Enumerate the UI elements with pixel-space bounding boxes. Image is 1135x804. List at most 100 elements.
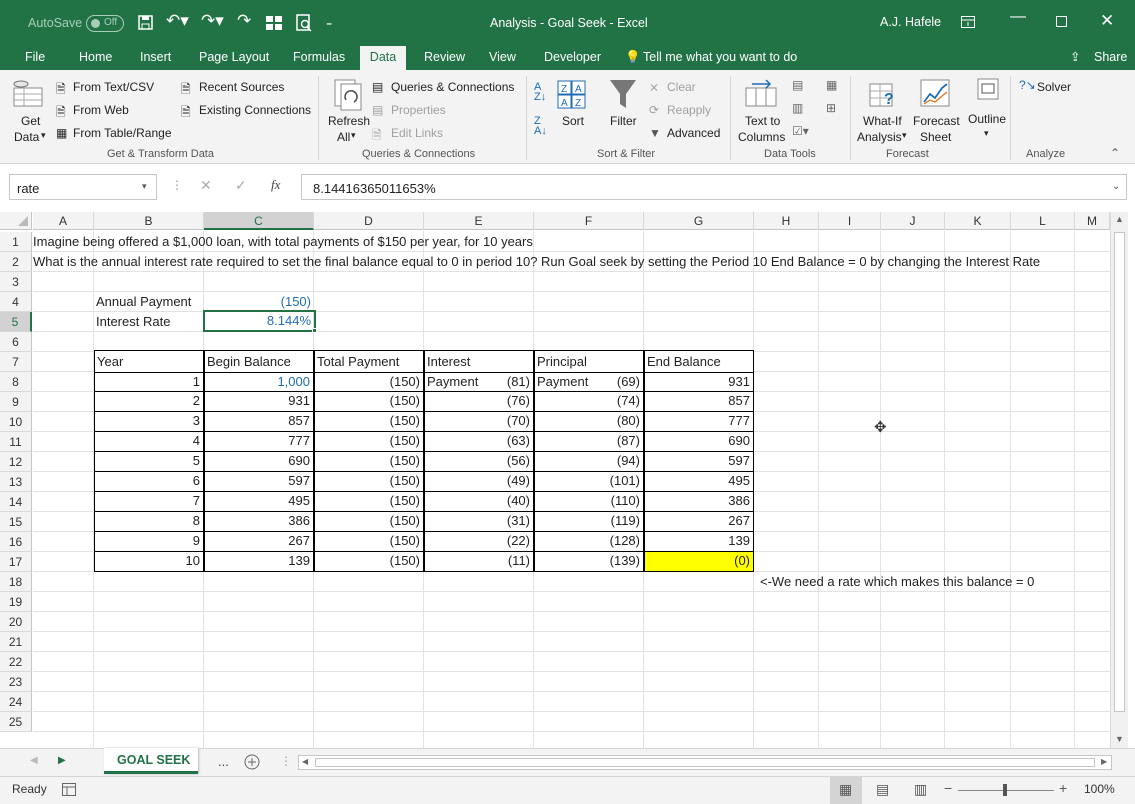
cell-a2[interactable]: What is the annual interest rate require…	[33, 252, 1040, 272]
table-cell[interactable]: 267	[204, 532, 314, 552]
row-header-23[interactable]: 23	[0, 672, 32, 692]
sort-za-icon[interactable]: Z A↓	[534, 116, 547, 137]
column-header-c[interactable]: C	[204, 212, 314, 230]
column-header-h[interactable]: H	[754, 212, 819, 230]
table-cell[interactable]: 777	[644, 412, 754, 432]
table-cell[interactable]: 495	[204, 492, 314, 512]
properties-button[interactable]: Properties	[391, 103, 446, 117]
user-name[interactable]: A.J. Hafele	[880, 15, 941, 29]
name-box-dropdown-icon[interactable]: ▾	[142, 181, 147, 192]
column-header-b[interactable]: B	[94, 212, 204, 230]
row-header-12[interactable]: 12	[0, 452, 32, 472]
scroll-left-icon[interactable]: ◀	[302, 757, 308, 766]
scroll-up-icon[interactable]: ▲	[1115, 214, 1124, 224]
cell-b4[interactable]: Annual Payment	[96, 292, 191, 312]
customize-qat-icon[interactable]: ₌	[326, 15, 332, 29]
table-cell[interactable]: 495	[644, 472, 754, 492]
expand-formula-icon[interactable]: ⌄	[1112, 181, 1120, 192]
table-cell[interactable]: 597	[204, 472, 314, 492]
table-cell[interactable]: (49)	[424, 472, 534, 492]
share-button[interactable]: Share	[1094, 46, 1127, 70]
table-cell[interactable]: (76)	[424, 392, 534, 412]
tab-view[interactable]: View	[489, 46, 516, 70]
row-header-6[interactable]: 6	[0, 332, 32, 352]
ribbon-display-icon[interactable]	[961, 16, 975, 28]
next-sheet-icon[interactable]: ▶	[58, 755, 66, 766]
column-header-g[interactable]: G	[644, 212, 754, 230]
table-cell[interactable]: (150)	[314, 372, 424, 392]
cancel-icon[interactable]: ✕	[200, 177, 212, 194]
text-to-columns-button[interactable]: Text to	[745, 114, 780, 128]
table-cell[interactable]: (63)	[424, 432, 534, 452]
cell-c4[interactable]: (150)	[204, 292, 314, 312]
table-cell[interactable]: 4	[94, 432, 204, 452]
cell-b5[interactable]: Interest Rate	[96, 312, 170, 332]
select-all-corner[interactable]	[0, 212, 32, 230]
filter-button[interactable]: Filter	[610, 114, 637, 128]
forecast-sheet-button-2[interactable]: Sheet	[920, 130, 951, 144]
zoom-in-icon[interactable]: +	[1059, 780, 1067, 796]
row-header-20[interactable]: 20	[0, 612, 32, 632]
from-table-button[interactable]: From Table/Range	[73, 126, 172, 140]
row-header-1[interactable]: 1	[0, 232, 32, 252]
cell-c5-selected[interactable]: 8.144%	[203, 310, 316, 332]
table-cell[interactable]: 267	[644, 512, 754, 532]
row-header-11[interactable]: 11	[0, 432, 32, 452]
table-cell[interactable]: 8	[94, 512, 204, 532]
table-cell[interactable]: 597	[644, 452, 754, 472]
table-cell[interactable]: 2	[94, 392, 204, 412]
queries-connections-button[interactable]: Queries & Connections	[391, 80, 514, 94]
table-cell[interactable]: 690	[204, 452, 314, 472]
row-header-17[interactable]: 17	[0, 552, 32, 572]
tab-file[interactable]: File	[25, 46, 45, 70]
table-cell[interactable]: 931	[644, 372, 754, 392]
scroll-thumb[interactable]	[1114, 232, 1125, 712]
table-cell[interactable]: (70)	[424, 412, 534, 432]
row-header-24[interactable]: 24	[0, 692, 32, 712]
table-cell[interactable]: 857	[204, 412, 314, 432]
row-header-25[interactable]: 25	[0, 712, 32, 732]
column-header-f[interactable]: F	[534, 212, 644, 230]
cell-a1[interactable]: Imagine being offered a $1,000 loan, wit…	[33, 232, 533, 252]
macro-record-icon[interactable]	[62, 783, 76, 796]
vertical-scrollbar[interactable]: ▲ ▼	[1110, 212, 1128, 748]
consolidate-icon[interactable]: ▦	[826, 78, 837, 92]
repeat-icon[interactable]: ↷	[237, 11, 251, 31]
solver-button[interactable]: Solver	[1037, 80, 1071, 94]
table-cell[interactable]: (80)	[534, 412, 644, 432]
zoom-level[interactable]: 100%	[1084, 782, 1115, 796]
reapply-button[interactable]: Reapply	[667, 103, 711, 117]
column-header-e[interactable]: E	[424, 212, 534, 230]
outline-button[interactable]: Outline	[968, 112, 1006, 126]
table-cell[interactable]: 690	[644, 432, 754, 452]
table-cell[interactable]: (56)	[424, 452, 534, 472]
add-sheet-icon[interactable]	[244, 754, 260, 770]
row-header-4[interactable]: 4	[0, 292, 32, 312]
tell-me-search[interactable]: Tell me what you want to do	[643, 46, 797, 70]
formula-input[interactable]: 8.14416365011653% ⌄	[301, 174, 1127, 200]
sheet-tab-goal-seek[interactable]: GOAL SEEK	[104, 748, 198, 774]
table-cell[interactable]: (150)	[314, 452, 424, 472]
table-cell[interactable]: (110)	[534, 492, 644, 512]
tab-home[interactable]: Home	[79, 46, 112, 70]
table-cell[interactable]: 777	[204, 432, 314, 452]
table-cell[interactable]: 9	[94, 532, 204, 552]
table-cell[interactable]: (150)	[314, 392, 424, 412]
minimize-icon[interactable]: —	[1010, 8, 1026, 26]
tab-formulas[interactable]: Formulas	[293, 46, 345, 70]
row-header-13[interactable]: 13	[0, 472, 32, 492]
what-if-button-2[interactable]: Analysis	[857, 130, 902, 144]
row-header-19[interactable]: 19	[0, 592, 32, 612]
insert-function-icon[interactable]: fx	[271, 177, 280, 193]
table-cell[interactable]: (81)	[424, 372, 534, 392]
h-scroll-thumb[interactable]	[315, 758, 1095, 767]
table-cell[interactable]: (150)	[314, 532, 424, 552]
table-cell[interactable]: (31)	[424, 512, 534, 532]
tab-insert[interactable]: Insert	[140, 46, 171, 70]
row-header-2[interactable]: 2	[0, 252, 32, 272]
column-header-m[interactable]: M	[1075, 212, 1110, 230]
row-header-3[interactable]: 3	[0, 272, 32, 292]
existing-connections-button[interactable]: Existing Connections	[199, 103, 311, 117]
more-sheets-button[interactable]: ...	[218, 754, 229, 769]
table-cell[interactable]: (119)	[534, 512, 644, 532]
